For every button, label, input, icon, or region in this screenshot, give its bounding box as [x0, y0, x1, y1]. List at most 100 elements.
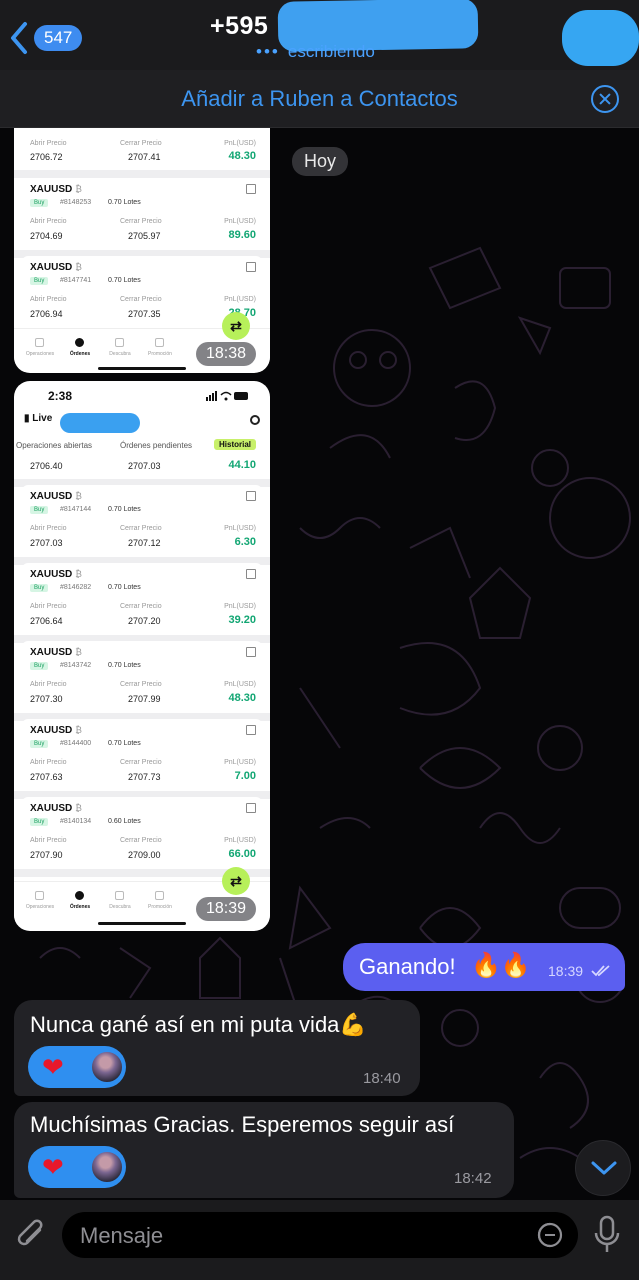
open-price-label: Abrir Precio: [30, 681, 67, 688]
open-price-label: Abrir Precio: [30, 218, 67, 225]
reaction-badge[interactable]: ❤: [28, 1146, 126, 1188]
pnl-label: PnL(USD): [224, 837, 256, 844]
trade-card: XAUUSD ₿ Buy #8144400 0.70 Lotes Abrir Pr…: [22, 719, 262, 791]
share-icon: [246, 262, 256, 272]
trade-card: XAUUSD ₿ Buy #8140134 0.60 Lotes Abrir Pr…: [22, 797, 262, 869]
operations-tab-icon: [35, 338, 44, 347]
close-price-label: Cerrar Precio: [120, 296, 162, 303]
open-price: 2706.72: [30, 152, 63, 162]
read-receipt-icon: [591, 965, 610, 977]
avatar[interactable]: [562, 10, 639, 66]
close-price-label: Cerrar Precio: [120, 681, 162, 688]
add-contact-button[interactable]: Añadir a Ruben a Contactos: [0, 86, 639, 112]
open-price: 2707.03: [30, 538, 63, 548]
tab-operaciones: Operaciones: [25, 351, 55, 357]
trade-symbol: XAUUSD ₿: [30, 184, 82, 195]
chat-title[interactable]: +595: [210, 12, 268, 41]
share-icon: [246, 803, 256, 813]
chart-icon: ₿: [75, 803, 82, 813]
close-price: 2705.97: [128, 231, 161, 241]
share-icon: [246, 647, 256, 657]
trade-lots: 0.60 Lotes: [108, 818, 141, 825]
close-price-label: Cerrar Precio: [120, 140, 162, 147]
microphone-icon[interactable]: [592, 1214, 622, 1256]
tab-promocion: Promoción: [148, 351, 172, 357]
trade-card: XAUUSD ₿ Buy #8146282 0.70 Lotes Abrir Pr…: [22, 563, 262, 635]
back-button[interactable]: 547: [8, 20, 83, 56]
trade-card: XAUUSD ₿ Buy #8148253 0.70 Lotes Abrir Pr…: [22, 178, 262, 250]
home-indicator: [98, 922, 186, 925]
message-placeholder: Mensaje: [80, 1223, 164, 1248]
trade-symbol: XAUUSD ₿: [30, 803, 82, 814]
close-price-label: Cerrar Precio: [120, 525, 162, 532]
discover-tab-icon: [115, 338, 124, 347]
open-price-label: Abrir Precio: [30, 140, 67, 147]
symbol-text: XAUUSD: [30, 569, 73, 580]
share-icon: [246, 725, 256, 735]
trade-symbol: XAUUSD ₿: [30, 569, 82, 580]
trade-screenshot-image[interactable]: 2:38 ▮ Live Operaciones abiertas Órdenes…: [14, 381, 270, 931]
typing-dots-icon: •••: [256, 42, 280, 61]
promo-tab-icon: [155, 891, 164, 900]
incoming-message[interactable]: Nunca gané así en mi puta vida💪 ❤ 18:40: [14, 1000, 420, 1096]
pnl-label: PnL(USD): [224, 525, 256, 532]
subtab-pending: Órdenes pendientes: [120, 441, 193, 450]
chart-icon: ₿: [75, 725, 82, 735]
swap-icon: ⇄: [222, 867, 250, 895]
trade-id: #8146282: [60, 584, 92, 591]
trade-lots: 0.70 Lotes: [108, 199, 141, 206]
unread-count-badge: 547: [34, 25, 83, 51]
close-price: 2707.41: [128, 152, 161, 162]
pnl-value: 48.30: [228, 150, 256, 162]
paperclip-icon[interactable]: [14, 1216, 48, 1254]
close-price: 2707.35: [128, 309, 161, 319]
close-price: 2707.20: [128, 616, 161, 626]
pnl-value: 39.20: [228, 614, 256, 626]
pnl-label: PnL(USD): [224, 140, 256, 147]
reaction-badge[interactable]: ❤: [28, 1046, 126, 1088]
close-icon[interactable]: [591, 85, 619, 113]
open-price-label: Abrir Precio: [30, 837, 67, 844]
open-price: 2707.30: [30, 694, 63, 704]
share-icon: [246, 184, 256, 194]
message-input[interactable]: Mensaje: [62, 1212, 578, 1258]
symbol-text: XAUUSD: [30, 184, 73, 195]
pnl-label: PnL(USD): [224, 296, 256, 303]
scroll-down-button[interactable]: [575, 1140, 631, 1196]
close-price-label: Cerrar Precio: [120, 218, 162, 225]
redaction-mark: [60, 413, 140, 433]
trade-symbol: XAUUSD ₿: [30, 262, 82, 273]
subtab-open: Operaciones abiertas: [16, 441, 93, 450]
symbol-text: XAUUSD: [30, 491, 73, 502]
open-price: 2707.90: [30, 850, 63, 860]
home-indicator: [98, 367, 186, 370]
incoming-message[interactable]: Muchísimas Gracias. Esperemos seguir así…: [14, 1102, 514, 1198]
trade-id: #8148253: [60, 199, 92, 206]
message-time: 18:42: [454, 1170, 492, 1187]
settings-icon: [250, 415, 260, 425]
trade-lots: 0.70 Lotes: [108, 506, 141, 513]
message-text: Muchísimas Gracias. Esperemos seguir así: [30, 1112, 455, 1137]
buy-badge: Buy: [30, 277, 49, 285]
live-label: Live: [32, 413, 53, 424]
open-price-label: Abrir Precio: [30, 296, 67, 303]
trade-screenshot-image[interactable]: Abrir Precio Cerrar Precio PnL(USD) 2706…: [14, 128, 270, 373]
message-time: 18:39: [196, 897, 257, 921]
chart-icon: ₿: [75, 491, 82, 501]
close-price: 2707.73: [128, 772, 161, 782]
typing-status-text: escribiendo: [287, 42, 375, 61]
chat-header: 547 +595 ••• escribiendo: [0, 0, 639, 70]
chevron-down-icon: [591, 1161, 617, 1175]
close-price: 2709.00: [128, 850, 161, 860]
buy-badge: Buy: [30, 662, 49, 670]
divider: [14, 170, 270, 178]
swap-icon: ⇄: [222, 312, 250, 340]
tab-ordenes: Órdenes: [69, 904, 91, 910]
close-price-label: Cerrar Precio: [120, 603, 162, 610]
trade-card: 2706.40 2707.03 44.10: [22, 457, 262, 479]
sticker-icon[interactable]: [536, 1221, 564, 1249]
operations-tab-icon: [35, 891, 44, 900]
add-contact-bar: Añadir a Ruben a Contactos: [0, 70, 639, 128]
chart-icon: ₿: [75, 262, 82, 272]
outgoing-message[interactable]: Ganando! 🔥🔥 18:39: [343, 943, 625, 991]
